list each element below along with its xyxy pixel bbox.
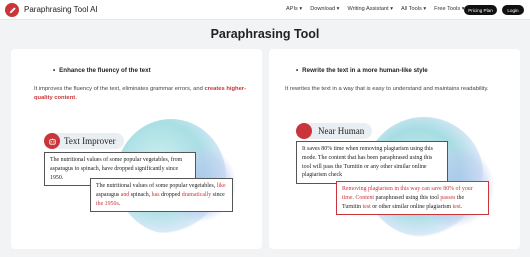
original-text: It saves 80% time when removing plagiari…	[302, 146, 433, 179]
changed-segment: test	[362, 203, 371, 210]
pill-label: Near Human	[318, 126, 365, 136]
card-heading: Rewrite the text in a more human-like st…	[296, 67, 428, 74]
desc-text: It improves the fluency of the text, eli…	[34, 86, 205, 92]
text-segment: since	[211, 191, 225, 198]
changed-segment: has	[151, 191, 160, 198]
menu-download[interactable]: Download ▾	[310, 6, 339, 12]
text-segment: dropped	[159, 191, 182, 198]
human-mode-icon	[296, 123, 312, 139]
text-segment: paraphrased using this tool	[374, 194, 441, 201]
page-title: Paraphrasing Tool	[210, 27, 320, 41]
card-heading: Enhance the fluency of the text	[53, 67, 150, 74]
changed-segment: passes	[440, 194, 456, 201]
menu-writing-assistant[interactable]: Writing Assistant ▾	[347, 6, 393, 12]
brand-name[interactable]: Paraphrasing Tool AI	[24, 5, 98, 14]
text-segment: The nutritional values of some popular v…	[96, 183, 217, 189]
desc-end: .	[75, 95, 77, 101]
menu-free-tools[interactable]: Free Tools ▾	[434, 6, 464, 12]
logo-icon[interactable]	[5, 3, 19, 17]
text-segment: spinach,	[129, 191, 152, 198]
menu-all-tools[interactable]: All Tools ▾	[401, 6, 426, 12]
feature-card-near-human: Rewrite the text in a more human-like st…	[269, 49, 520, 249]
robot-icon	[44, 133, 60, 149]
changed-segment: and	[120, 191, 130, 198]
changed-segment: like	[216, 183, 226, 189]
main-menu: APIs ▾ Download ▾ Writing Assistant ▾ Al…	[286, 6, 465, 12]
pricing-plan-button[interactable]: Pricing Plan	[464, 5, 497, 15]
login-button[interactable]: Login	[502, 5, 524, 15]
card-description: It rewrites the text in a way that is ea…	[285, 86, 489, 92]
original-text-box: It saves 80% time when removing plagiari…	[296, 141, 448, 185]
text-segment: asparagus	[96, 191, 121, 198]
feature-card-text-improver: Enhance the fluency of the text It impro…	[11, 49, 262, 249]
humanized-text-box: Removing plagiarism in this way can save…	[336, 181, 489, 216]
changed-segment: dramatically	[181, 191, 212, 198]
card-description: It improves the fluency of the text, eli…	[34, 85, 249, 103]
text-segment: .	[460, 203, 463, 210]
text-segment: .	[118, 200, 121, 207]
text-improver-pill[interactable]: Text Improver	[44, 133, 124, 149]
text-segment: or other similar online plagiarism	[370, 203, 453, 210]
changed-segment: test	[452, 203, 461, 210]
improved-text-box: The nutritional values of some popular v…	[90, 178, 233, 213]
top-navbar: Paraphrasing Tool AI APIs ▾ Download ▾ W…	[0, 0, 530, 20]
pill-label: Text Improver	[64, 136, 116, 146]
changed-segment: the 1950s	[96, 200, 119, 207]
near-human-pill[interactable]: Near Human	[296, 123, 373, 139]
menu-apis[interactable]: APIs ▾	[286, 6, 302, 12]
